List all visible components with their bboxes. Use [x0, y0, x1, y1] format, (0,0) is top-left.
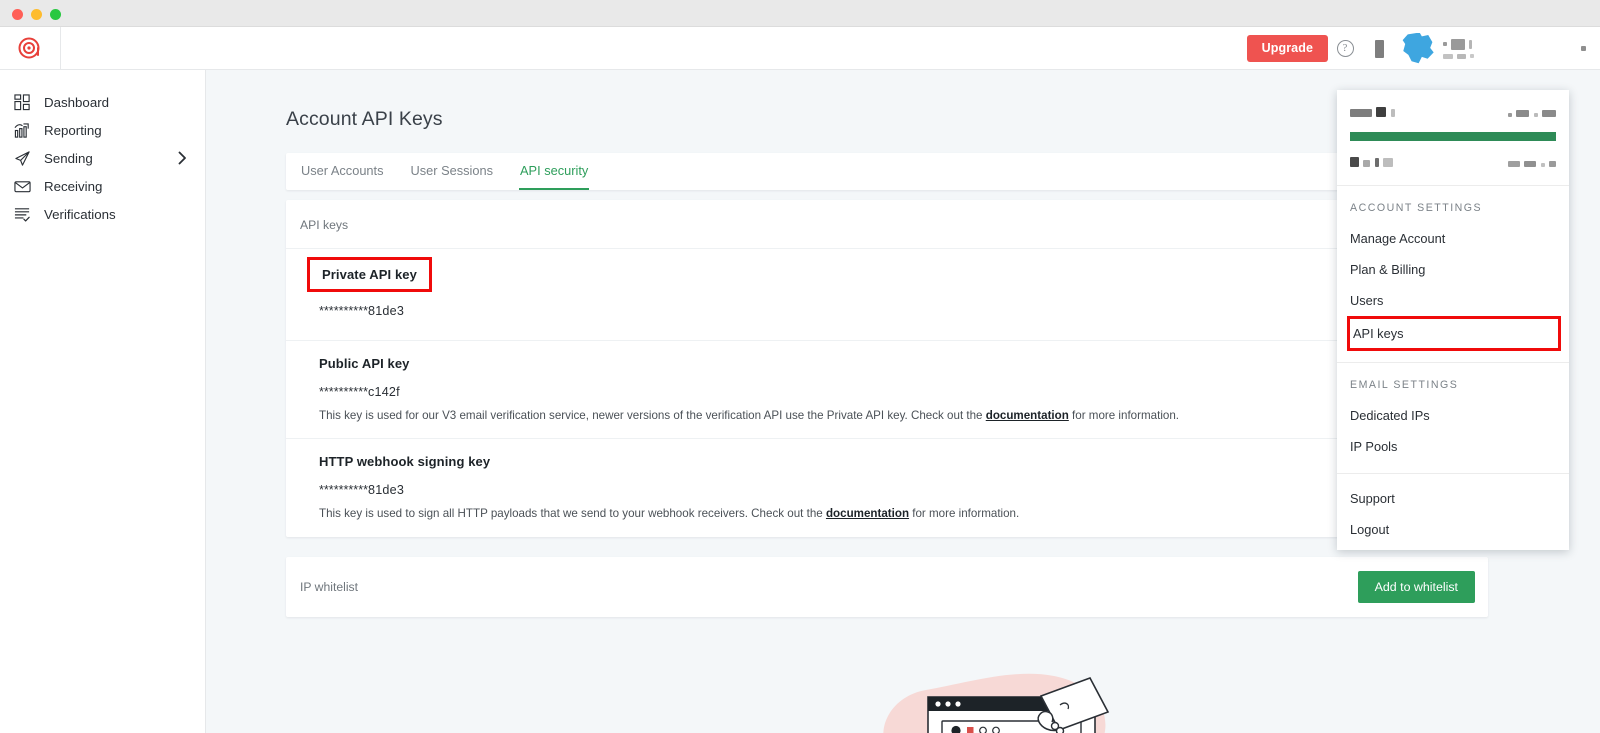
sidebar-item-reporting[interactable]: Reporting: [0, 116, 205, 144]
sidebar-item-label: Receiving: [44, 178, 103, 194]
key-suffix: 81de3: [368, 483, 405, 498]
usage-secondary-row: [1350, 154, 1556, 172]
dropdown-section-title-account-settings: ACCOUNT SETTINGS: [1350, 202, 1483, 214]
close-window-button[interactable]: [12, 9, 23, 20]
paper-plane-icon: [15, 150, 30, 166]
usage-progress-track: [1350, 132, 1556, 141]
tab-user-sessions[interactable]: User Sessions: [410, 164, 495, 190]
application-frame: Upgrade ? Dashboard Reporting Sending Re…: [0, 26, 1600, 733]
upgrade-button[interactable]: Upgrade: [1246, 35, 1328, 62]
sidebar-item-label: Reporting: [44, 122, 102, 138]
dropdown-item-plan-billing[interactable]: Plan & Billing: [1337, 254, 1569, 285]
logo-cell[interactable]: [0, 26, 61, 70]
private-api-key-label: Private API key: [307, 257, 432, 292]
usage-progress-fill: [1350, 132, 1556, 141]
api-keys-card: API keys Private API key **********81de3…: [286, 200, 1488, 537]
dropdown-usage-section: [1337, 90, 1569, 186]
account-dropdown-menu: ACCOUNT SETTINGS Manage Account Plan & B…: [1337, 90, 1569, 550]
account-name-redacted: [1443, 38, 1519, 50]
public-api-key-description: This key is used for our V3 email verifi…: [319, 407, 1474, 424]
usage-plan-redacted: [1350, 104, 1395, 122]
masked-stars: **********: [319, 304, 369, 318]
dashboard-icon: [14, 93, 30, 110]
webhook-signing-key-value[interactable]: **********81de3: [319, 483, 1474, 497]
tab-api-security[interactable]: API security: [519, 164, 590, 190]
topbar-right-cluster: Upgrade ?: [1246, 27, 1586, 70]
documentation-link[interactable]: documentation: [826, 507, 909, 520]
sidebar-item-label: Verifications: [44, 206, 116, 222]
mailgun-logo-icon: [18, 37, 40, 59]
question-circle-icon: ?: [1336, 40, 1354, 57]
chart-icon: [14, 122, 29, 138]
envelope-icon: [14, 180, 31, 192]
private-api-key-value[interactable]: **********81de3: [319, 304, 1474, 318]
dropdown-divider-2: [1337, 473, 1569, 474]
key-suffix: c142f: [368, 385, 400, 399]
avatar[interactable]: [1402, 32, 1434, 64]
api-key-row-public: Public API key **********c142f This key …: [286, 341, 1488, 440]
sidebar-item-label: Sending: [44, 150, 93, 166]
dropdown-item-logout[interactable]: Logout: [1337, 514, 1569, 545]
key-suffix: 81de3: [368, 304, 405, 318]
description-text-before: This key is used for our V3 email verifi…: [319, 409, 986, 422]
dropdown-item-api-keys[interactable]: API keys: [1347, 316, 1561, 351]
tab-user-accounts[interactable]: User Accounts: [300, 164, 385, 190]
dropdown-item-support[interactable]: Support: [1337, 483, 1569, 514]
webhook-signing-key-description: This key is used to sign all HTTP payloa…: [319, 505, 1474, 522]
zoom-window-button[interactable]: [50, 9, 61, 20]
public-api-key-label: Public API key: [319, 356, 410, 371]
notifications-button[interactable]: [1362, 27, 1396, 70]
sidebar-item-verifications[interactable]: Verifications: [0, 200, 205, 228]
sidebar-item-dashboard[interactable]: Dashboard: [0, 88, 205, 116]
ip-whitelist-label: IP whitelist: [300, 579, 359, 594]
list-check-icon: [14, 207, 30, 222]
public-api-key-value[interactable]: **********c142f: [319, 385, 1474, 399]
minimize-window-button[interactable]: [31, 9, 42, 20]
usage-title-row: [1350, 104, 1556, 122]
sidebar-item-label: Dashboard: [44, 94, 110, 110]
dropdown-item-ip-pools[interactable]: IP Pools: [1337, 431, 1569, 462]
chevron-right-icon: [178, 151, 186, 165]
masked-stars: **********: [319, 385, 369, 399]
description-text-after: for more information.: [909, 507, 1020, 521]
masked-stars: **********: [319, 483, 369, 498]
sidebar-navigation: Dashboard Reporting Sending Receiving Ve…: [0, 70, 206, 733]
description-text-before: This key is used to sign all HTTP payloa…: [319, 507, 826, 521]
api-key-row-private: Private API key **********81de3: [286, 249, 1488, 341]
dropdown-item-users[interactable]: Users: [1337, 285, 1569, 316]
sidebar-item-receiving[interactable]: Receiving: [0, 172, 205, 200]
dropdown-item-dedicated-ips[interactable]: Dedicated IPs: [1337, 400, 1569, 431]
dropdown-item-manage-account[interactable]: Manage Account: [1337, 223, 1569, 254]
ip-whitelist-card: IP whitelist Add to whitelist: [286, 556, 1488, 617]
add-to-whitelist-button[interactable]: Add to whitelist: [1357, 570, 1475, 603]
window-titlebar: [0, 0, 1600, 27]
chevron-down-icon[interactable]: [1581, 46, 1586, 51]
usage-secondary-value-redacted: [1507, 154, 1556, 172]
redacted-icon: [1374, 39, 1384, 58]
documentation-link[interactable]: documentation: [986, 409, 1069, 422]
api-key-row-webhook: HTTP webhook signing key **********81de3…: [286, 439, 1488, 536]
webhook-signing-key-label: HTTP webhook signing key: [319, 454, 491, 470]
window-traffic-lights: [12, 9, 61, 20]
help-button[interactable]: ?: [1328, 27, 1362, 70]
usage-secondary-label-redacted: [1350, 154, 1394, 172]
top-navigation-bar: Upgrade ?: [0, 26, 1600, 70]
dropdown-section-title-email-settings: EMAIL SETTINGS: [1350, 379, 1459, 391]
api-keys-card-header: API keys: [286, 200, 1488, 249]
api-security-illustration: [883, 673, 1110, 733]
usage-count-redacted: [1507, 104, 1556, 122]
description-text-after: for more information.: [1068, 409, 1180, 422]
account-menu-trigger[interactable]: [1443, 38, 1519, 59]
sidebar-item-sending[interactable]: Sending: [0, 144, 205, 172]
tab-bar: User Accounts User Sessions API security: [286, 153, 1488, 190]
account-email-redacted: [1443, 53, 1519, 59]
